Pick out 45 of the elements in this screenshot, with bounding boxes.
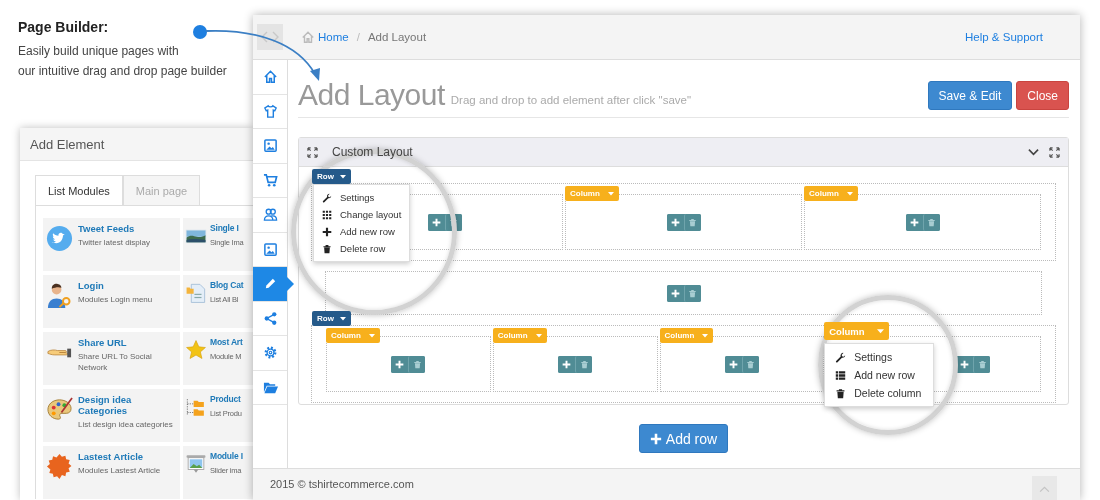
module-title: Login	[78, 280, 105, 291]
module-title: Most Art	[210, 337, 243, 348]
panel-title: Custom Layout	[332, 145, 413, 159]
module-card[interactable]: Lastest Article Modules Lastest Article	[43, 446, 180, 499]
help-link[interactable]: Help & Support	[965, 31, 1043, 43]
menu-item[interactable]: Settings	[314, 189, 410, 206]
row-handle[interactable]: Row	[312, 169, 351, 184]
menu-item[interactable]: Settings	[825, 348, 934, 366]
page-title: Add Layout	[298, 79, 445, 111]
module-title: Design idea Categories	[78, 394, 133, 416]
module-card[interactable]: Tweet Feeds Twitter latest display	[43, 218, 180, 271]
module-description: Modules Lastest Article	[78, 465, 161, 476]
menu-item[interactable]: Add new row	[825, 366, 934, 384]
module-title: Share URL	[78, 337, 128, 348]
module-description: Modules Login menu	[78, 294, 153, 305]
breadcrumb-separator: /	[356, 31, 360, 43]
window-title: Add Element	[30, 136, 105, 152]
module-title: Tweet Feeds	[78, 223, 136, 234]
module-title: Single I	[210, 223, 240, 234]
close-button[interactable]: Close	[1016, 81, 1069, 110]
module-card[interactable]: Login Modules Login menu	[43, 275, 180, 328]
breadcrumb-link[interactable]: Home	[318, 31, 349, 43]
module-title: Blog Cat	[210, 280, 244, 291]
page-subtitle: Drag and drop to add element after click "save"	[450, 94, 691, 108]
menu-item[interactable]: Delete column	[825, 384, 934, 402]
module-title: Product	[210, 394, 242, 405]
menu-item[interactable]: Add new row	[314, 223, 410, 240]
module-title: Lastest Article	[78, 451, 145, 462]
module-title: Module I	[210, 451, 243, 462]
module-card[interactable]: Share URL Share URL To Social Network	[43, 332, 180, 385]
copyright-text: 2015 © tshirtecommerce.com	[270, 478, 414, 490]
caption-text: our intuitive drag and drop page builder	[18, 63, 227, 80]
module-description: Share URL To Social Network	[78, 351, 153, 373]
caption-title: Page Builder:	[18, 19, 110, 35]
row-handle[interactable]: Row	[312, 311, 351, 326]
add-row-button[interactable]: Add row	[638, 424, 729, 453]
caption-text: Easily build unique pages with	[18, 43, 180, 60]
tab[interactable]: List Modules	[35, 175, 123, 205]
module-description: List design idea categories	[78, 419, 174, 430]
save-button[interactable]: Save & Edit	[927, 81, 1013, 110]
module-description: Twitter latest display	[78, 237, 151, 248]
module-card[interactable]: Design idea Categories List design idea categories	[43, 389, 180, 442]
menu-item[interactable]: Delete row	[314, 240, 410, 257]
menu-item[interactable]: Change layout	[314, 206, 410, 223]
breadcrumb-current: Add Layout	[367, 31, 427, 43]
